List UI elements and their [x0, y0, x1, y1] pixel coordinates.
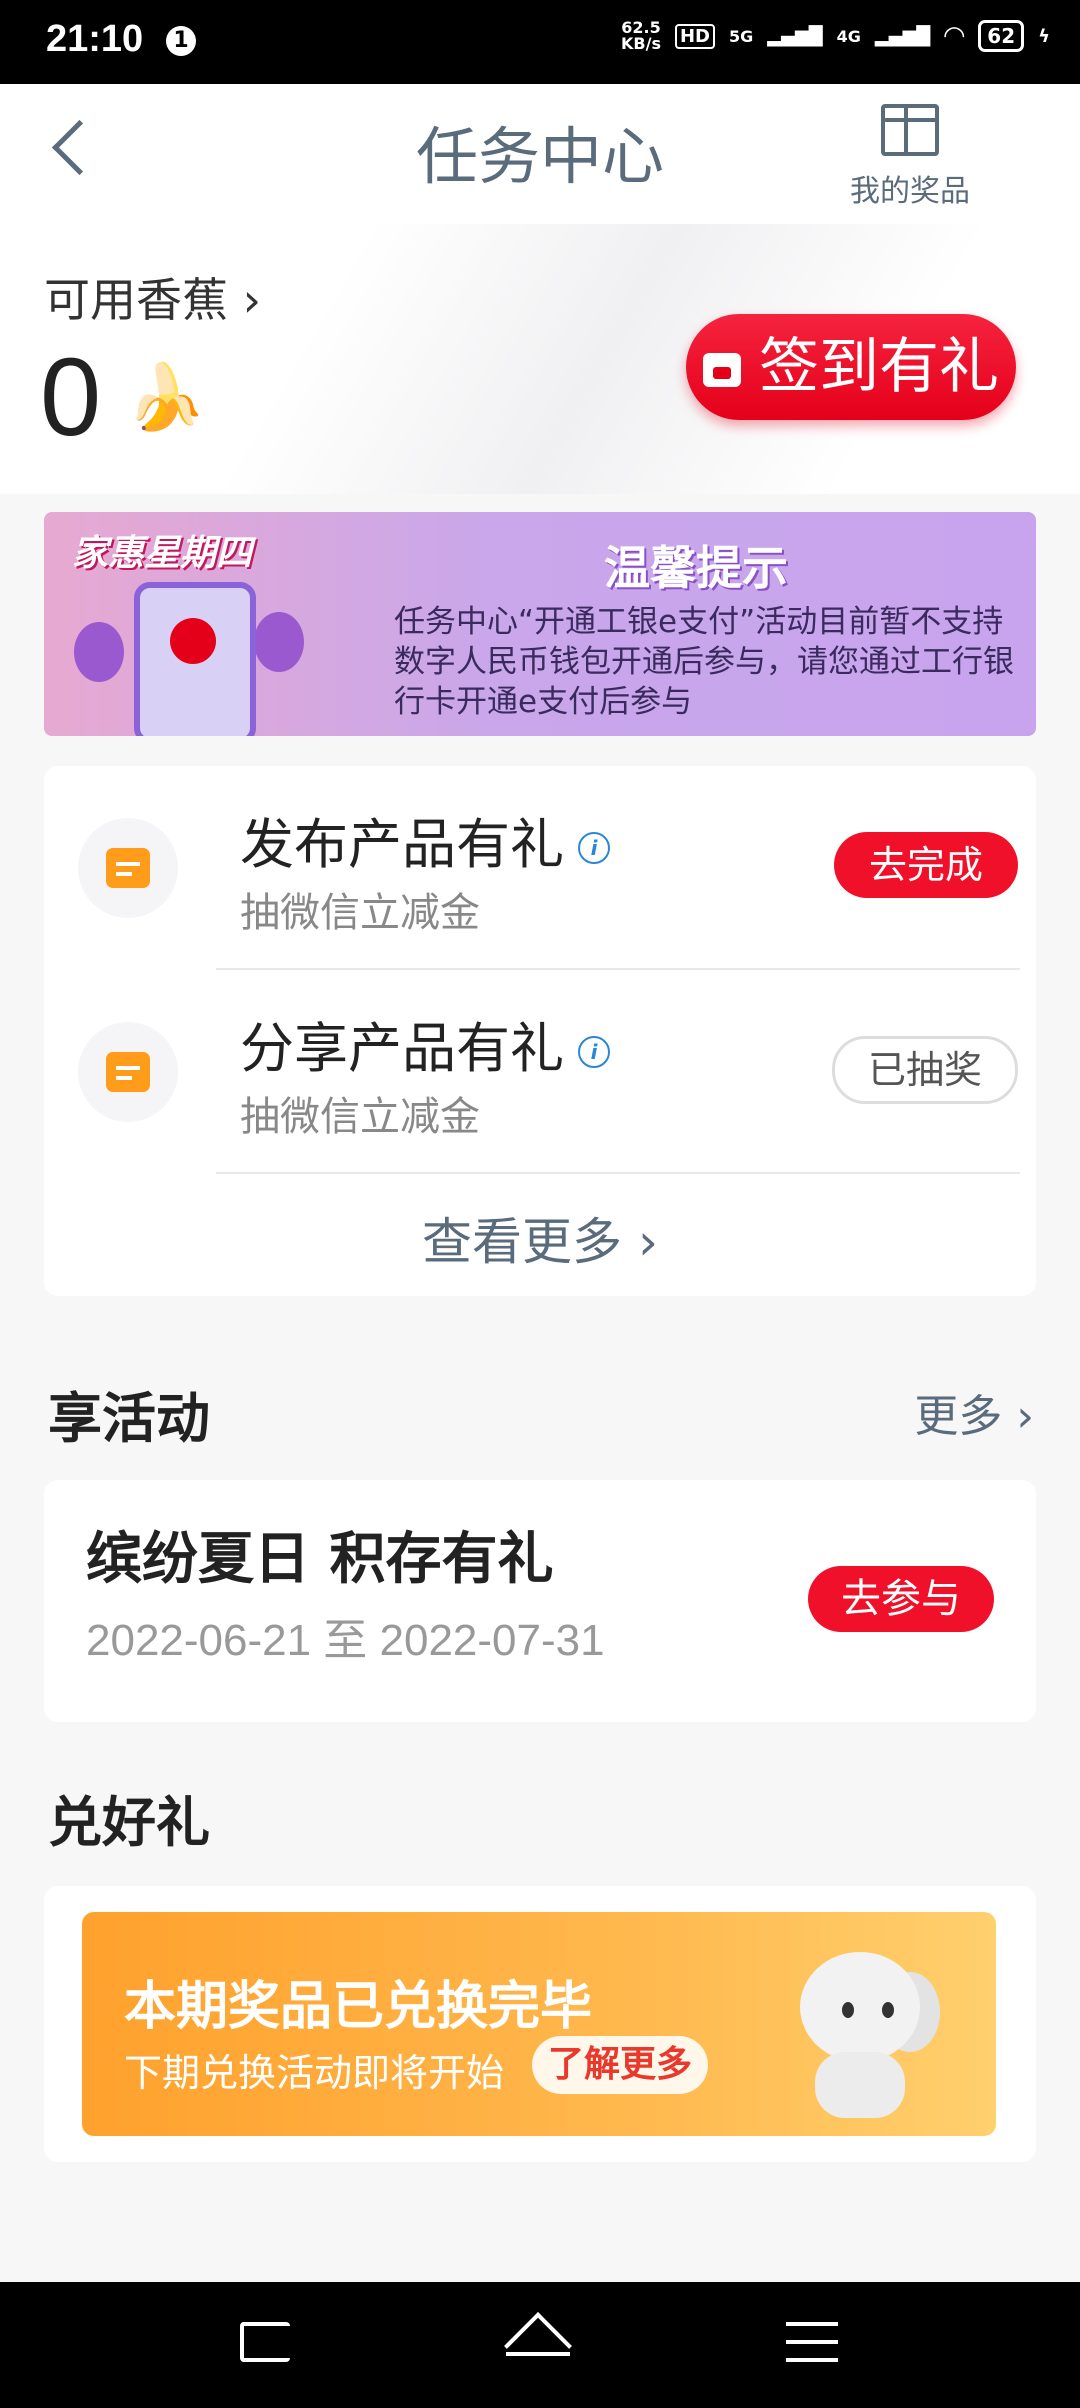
banner-title: 温馨提示	[604, 541, 788, 595]
battery-icon: 62	[978, 20, 1025, 52]
signal-bars-icon: ▂▄▆█	[767, 25, 823, 47]
header: 任务中心 我的奖品	[0, 84, 1080, 224]
sign-in-button[interactable]: 签到有礼	[686, 314, 1016, 420]
info-icon[interactable]: i	[578, 832, 610, 865]
status-time: 21:10	[46, 18, 144, 60]
elephant-mascot-icon	[770, 1932, 940, 2122]
exchange-sub-text: 下期兑换活动即将开始	[124, 2051, 505, 2095]
signal-4g-icon: 4G	[836, 26, 861, 46]
info-icon[interactable]: i	[578, 1036, 610, 1069]
calendar-icon	[78, 818, 178, 918]
hd-icon: HD	[674, 23, 715, 49]
my-prizes-label: 我的奖品	[850, 174, 970, 209]
activity-date: 2022-06-21 至 2022-07-31	[86, 1616, 605, 1665]
section-title-exchange: 兑好礼	[48, 1791, 210, 1854]
drawn-status-button[interactable]: 已抽奖	[832, 1036, 1018, 1104]
join-activity-button[interactable]: 去参与	[808, 1566, 994, 1632]
notice-banner[interactable]: 家惠星期四 温馨提示 任务中心“开通工银e支付”活动目前暂不支持数字人民币钱包开…	[44, 512, 1036, 736]
task-subtitle: 抽微信立减金	[240, 890, 480, 936]
banana-summary: 可用香蕉 › 0 🍌 签到有礼	[0, 224, 1080, 494]
calendar-icon	[703, 353, 741, 388]
exchange-card: 本期奖品已兑换完毕 下期兑换活动即将开始 了解更多	[44, 1886, 1036, 2162]
nav-home-icon[interactable]	[504, 2312, 572, 2380]
available-bananas-link[interactable]: 可用香蕉 ›	[44, 264, 261, 330]
wifi-icon: ◠	[944, 21, 965, 51]
my-prizes-button[interactable]: 我的奖品	[840, 104, 980, 210]
sign-in-label: 签到有礼	[759, 332, 999, 402]
task-subtitle: 抽微信立减金	[240, 1094, 480, 1140]
phone-illustration	[134, 582, 256, 736]
status-bar: 21:10 1 62.5 KB/s HD 5G ▂▄▆█ 4G ▂▄▆█ ◠ 62 ϟ	[0, 0, 1080, 84]
exchange-banner[interactable]: 本期奖品已兑换完毕 下期兑换活动即将开始 了解更多	[82, 1912, 996, 2136]
calendar-icon	[78, 1022, 178, 1122]
section-title-activities: 享活动	[48, 1387, 210, 1450]
tree-illustration	[74, 622, 124, 682]
view-more-link[interactable]: 查看更多 ›	[44, 1202, 1036, 1274]
charging-icon: ϟ	[1038, 25, 1050, 47]
activity-name: 缤纷夏日 积存有礼	[86, 1527, 554, 1592]
banana-count: 0	[40, 336, 102, 459]
task-item: 发布产品有礼 i 抽微信立减金 去完成	[44, 766, 1036, 970]
learn-more-button[interactable]: 了解更多	[532, 2036, 708, 2094]
gift-icon	[881, 104, 939, 156]
complete-task-button[interactable]: 去完成	[834, 832, 1018, 898]
task-item: 分享产品有礼 i 抽微信立减金 已抽奖	[44, 970, 1036, 1174]
activity-card[interactable]: 缤纷夏日 积存有礼 2022-06-21 至 2022-07-31 去参与	[44, 1480, 1036, 1722]
signal-5g-icon: 5G	[729, 26, 754, 46]
banana-icon: 🍌	[126, 361, 206, 435]
signal-bars-icon: ▂▄▆█	[874, 25, 931, 47]
nav-menu-icon[interactable]	[786, 2322, 846, 2366]
task-name: 分享产品有礼 i	[240, 1004, 610, 1083]
banner-tag: 家惠星期四	[72, 533, 253, 574]
status-icons: 62.5 KB/s HD 5G ▂▄▆█ 4G ▂▄▆█ ◠ 62 ϟ	[621, 20, 1050, 52]
banner-text: 任务中心“开通工银e支付”活动目前暂不支持数字人民币钱包开通后参与，请您通过工行…	[394, 604, 1014, 720]
activities-more-link[interactable]: 更多 ›	[914, 1380, 1034, 1444]
exchange-main-text: 本期奖品已兑换完毕	[124, 1977, 593, 2037]
tree-illustration	[254, 612, 304, 672]
notification-badge: 1	[166, 26, 196, 56]
divider	[216, 1172, 1020, 1174]
network-speed: 62.5 KB/s	[621, 18, 661, 53]
task-card: 发布产品有礼 i 抽微信立减金 去完成 分享产品有礼 i 抽微信立减金 已抽奖 查看…	[44, 766, 1036, 1296]
system-nav-bar	[0, 2282, 1080, 2408]
task-name: 发布产品有礼 i	[240, 800, 610, 879]
nav-back-icon[interactable]	[240, 2322, 290, 2362]
